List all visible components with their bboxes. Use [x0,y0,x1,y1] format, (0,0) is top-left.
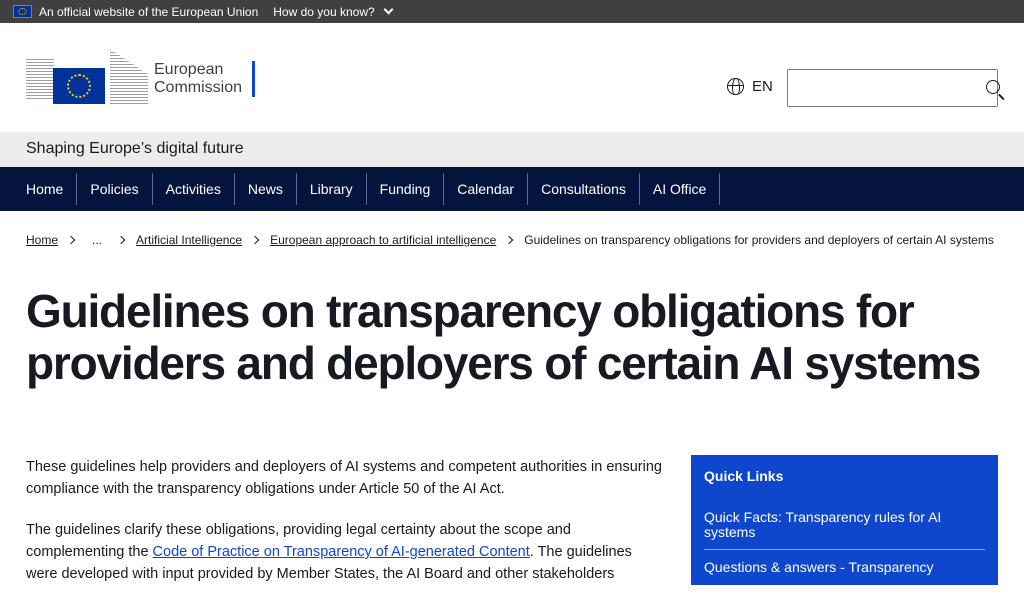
chevron-down-icon [383,4,394,15]
commission-building-logo-icon [26,49,148,109]
breadcrumb-european-approach[interactable]: European approach to artificial intellig… [270,233,496,247]
search-input[interactable] [788,71,989,105]
breadcrumb: Home ... Artificial Intelligence Europea… [26,233,994,247]
site-name-bar: Shaping Europe’s digital future [0,132,1024,167]
page-title: Guidelines on transparency obligations f… [26,285,981,389]
eu-flag-icon [13,5,32,18]
globe-icon [727,78,744,95]
breadcrumb-current-page: Guidelines on transparency obligations f… [524,233,994,247]
chevron-right-icon [505,235,514,245]
site-name[interactable]: Shaping Europe’s digital future [26,140,244,158]
language-code: EN [752,78,773,95]
breadcrumb-artificial-intelligence[interactable]: Artificial Intelligence [136,233,242,247]
nav-item-calendar[interactable]: Calendar [444,173,529,205]
breadcrumb-ellipsis[interactable]: ... [92,233,102,247]
quick-links-heading: Quick Links [704,468,784,484]
chevron-right-icon [66,235,76,245]
nav-item-policies[interactable]: Policies [77,173,153,205]
main-content: These guidelines help providers and depl… [26,456,666,604]
main-navigation: Home Policies Activities News Library Fu… [0,167,1024,211]
nav-item-library[interactable]: Library [297,173,367,205]
chevron-right-icon [116,235,126,245]
nav-item-activities[interactable]: Activities [153,173,235,205]
chevron-right-icon [250,235,260,245]
eu-official-banner: An official website of the European Unio… [0,0,1024,23]
logo-wordmark: European Commission [154,61,256,97]
official-website-text: An official website of the European Unio… [39,4,259,19]
nav-item-ai-office[interactable]: AI Office [640,173,721,205]
how-do-you-know-label: How do you know? [273,4,375,19]
nav-item-consultations[interactable]: Consultations [528,173,640,205]
nav-item-home[interactable]: Home [13,173,78,205]
breadcrumb-home[interactable]: Home [26,233,58,247]
intro-paragraph: These guidelines help providers and depl… [26,459,662,497]
site-header: European Commission EN [0,23,1024,132]
search-button[interactable] [986,70,1000,106]
logo-line-2: Commission [154,79,243,96]
quick-link-questions-answers[interactable]: Questions & answers - Transparency [704,560,985,584]
quick-link-quick-facts[interactable]: Quick Facts: Transparency rules for AI s… [704,510,985,550]
logo-line-1: European [154,61,224,78]
language-selector[interactable]: EN [727,78,773,95]
european-commission-logo[interactable]: European Commission [26,49,256,109]
how-do-you-know-toggle[interactable]: How do you know? [273,4,394,19]
search-box [787,69,1000,107]
nav-item-funding[interactable]: Funding [367,173,445,205]
second-paragraph: The guidelines clarify these obligations… [26,519,666,585]
search-icon [986,79,1000,94]
code-of-practice-link[interactable]: Code of Practice on Transparency of AI-g… [153,544,530,560]
quick-links-panel: Quick Links Quick Facts: Transparency ru… [691,455,998,585]
nav-item-news[interactable]: News [235,173,297,205]
